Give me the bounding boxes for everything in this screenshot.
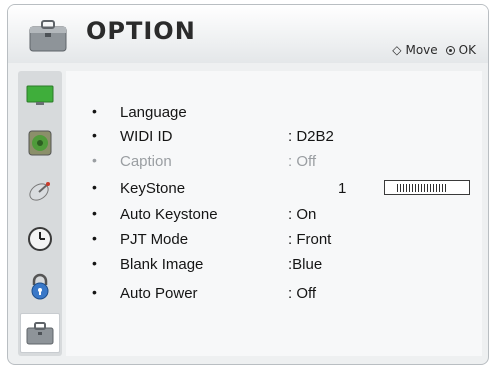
bullet: • <box>92 152 97 168</box>
sidebar-item-lock[interactable] <box>20 267 60 307</box>
bullet: • <box>92 127 97 143</box>
menu-item-label: KeyStone <box>120 180 186 197</box>
move-arrows-icon: ◇ <box>392 43 402 57</box>
picture-icon <box>26 85 54 105</box>
sidebar-item-option[interactable] <box>20 313 60 353</box>
menu-item-auto-keystone[interactable]: • Auto Keystone : On <box>66 205 482 228</box>
menu-item-value: : Off <box>288 285 317 302</box>
menu-item-label: Caption <box>120 153 172 170</box>
option-list: • Language • WIDI ID : D2B2 • Caption : … <box>66 71 482 356</box>
menu-item-value: : D2B2 <box>288 128 334 145</box>
bullet: • <box>92 205 97 221</box>
menu-item-value: : Off <box>288 153 317 170</box>
toolbox-icon <box>29 20 67 52</box>
time-icon <box>28 227 52 251</box>
category-sidebar <box>18 71 62 356</box>
navigation-hint: ◇ Move OK <box>392 43 476 57</box>
menu-item-label: Auto Power <box>120 285 198 302</box>
menu-header: OPTION ◇ Move OK <box>8 5 488 63</box>
menu-item-label: Language <box>120 104 187 121</box>
option-menu-panel: OPTION ◇ Move OK • Language • WIDI ID: … <box>7 4 489 365</box>
menu-item-pjt-mode[interactable]: • PJT Mode : Front <box>66 230 482 253</box>
menu-item-keystone[interactable]: • KeyStone 1 <box>66 179 482 202</box>
bullet: • <box>92 284 97 300</box>
audio-icon <box>28 130 52 156</box>
satellite-icon <box>29 182 50 201</box>
ok-button-icon <box>445 45 455 55</box>
sidebar-item-picture[interactable] <box>20 75 60 115</box>
bullet: • <box>92 255 97 271</box>
sidebar-item-audio[interactable] <box>20 123 60 163</box>
sidebar-item-time[interactable] <box>20 219 60 259</box>
menu-item-widi-id[interactable]: • WIDI ID : D2B2 <box>66 127 482 150</box>
menu-item-label: WIDI ID <box>120 128 173 145</box>
menu-item-auto-power[interactable]: • Auto Power : Off <box>66 284 482 307</box>
menu-item-language[interactable]: • Language <box>66 103 482 126</box>
menu-item-blank-image[interactable]: • Blank Image :Blue <box>66 255 482 278</box>
keystone-slider-fill <box>397 184 447 192</box>
menu-item-label: Auto Keystone <box>120 206 218 223</box>
page-title: OPTION <box>86 17 196 45</box>
bullet: • <box>92 103 97 119</box>
keystone-slider[interactable] <box>384 180 470 195</box>
bullet: • <box>92 179 97 195</box>
hint-ok-label: OK <box>458 43 476 57</box>
menu-item-value: :Blue <box>288 256 323 273</box>
menu-item-label: PJT Mode <box>120 231 189 248</box>
hint-move-label: Move <box>405 43 438 57</box>
sidebar-item-satellite[interactable] <box>20 171 60 211</box>
menu-item-value: : On <box>288 206 317 223</box>
bullet: • <box>92 230 97 246</box>
menu-item-caption: • Caption : Off <box>66 152 482 175</box>
menu-item-value: : Front <box>288 231 332 248</box>
keystone-value: 1 <box>338 180 347 197</box>
option-toolbox-icon <box>26 322 54 345</box>
menu-item-label: Blank Image <box>120 256 204 273</box>
lock-icon <box>31 273 49 300</box>
